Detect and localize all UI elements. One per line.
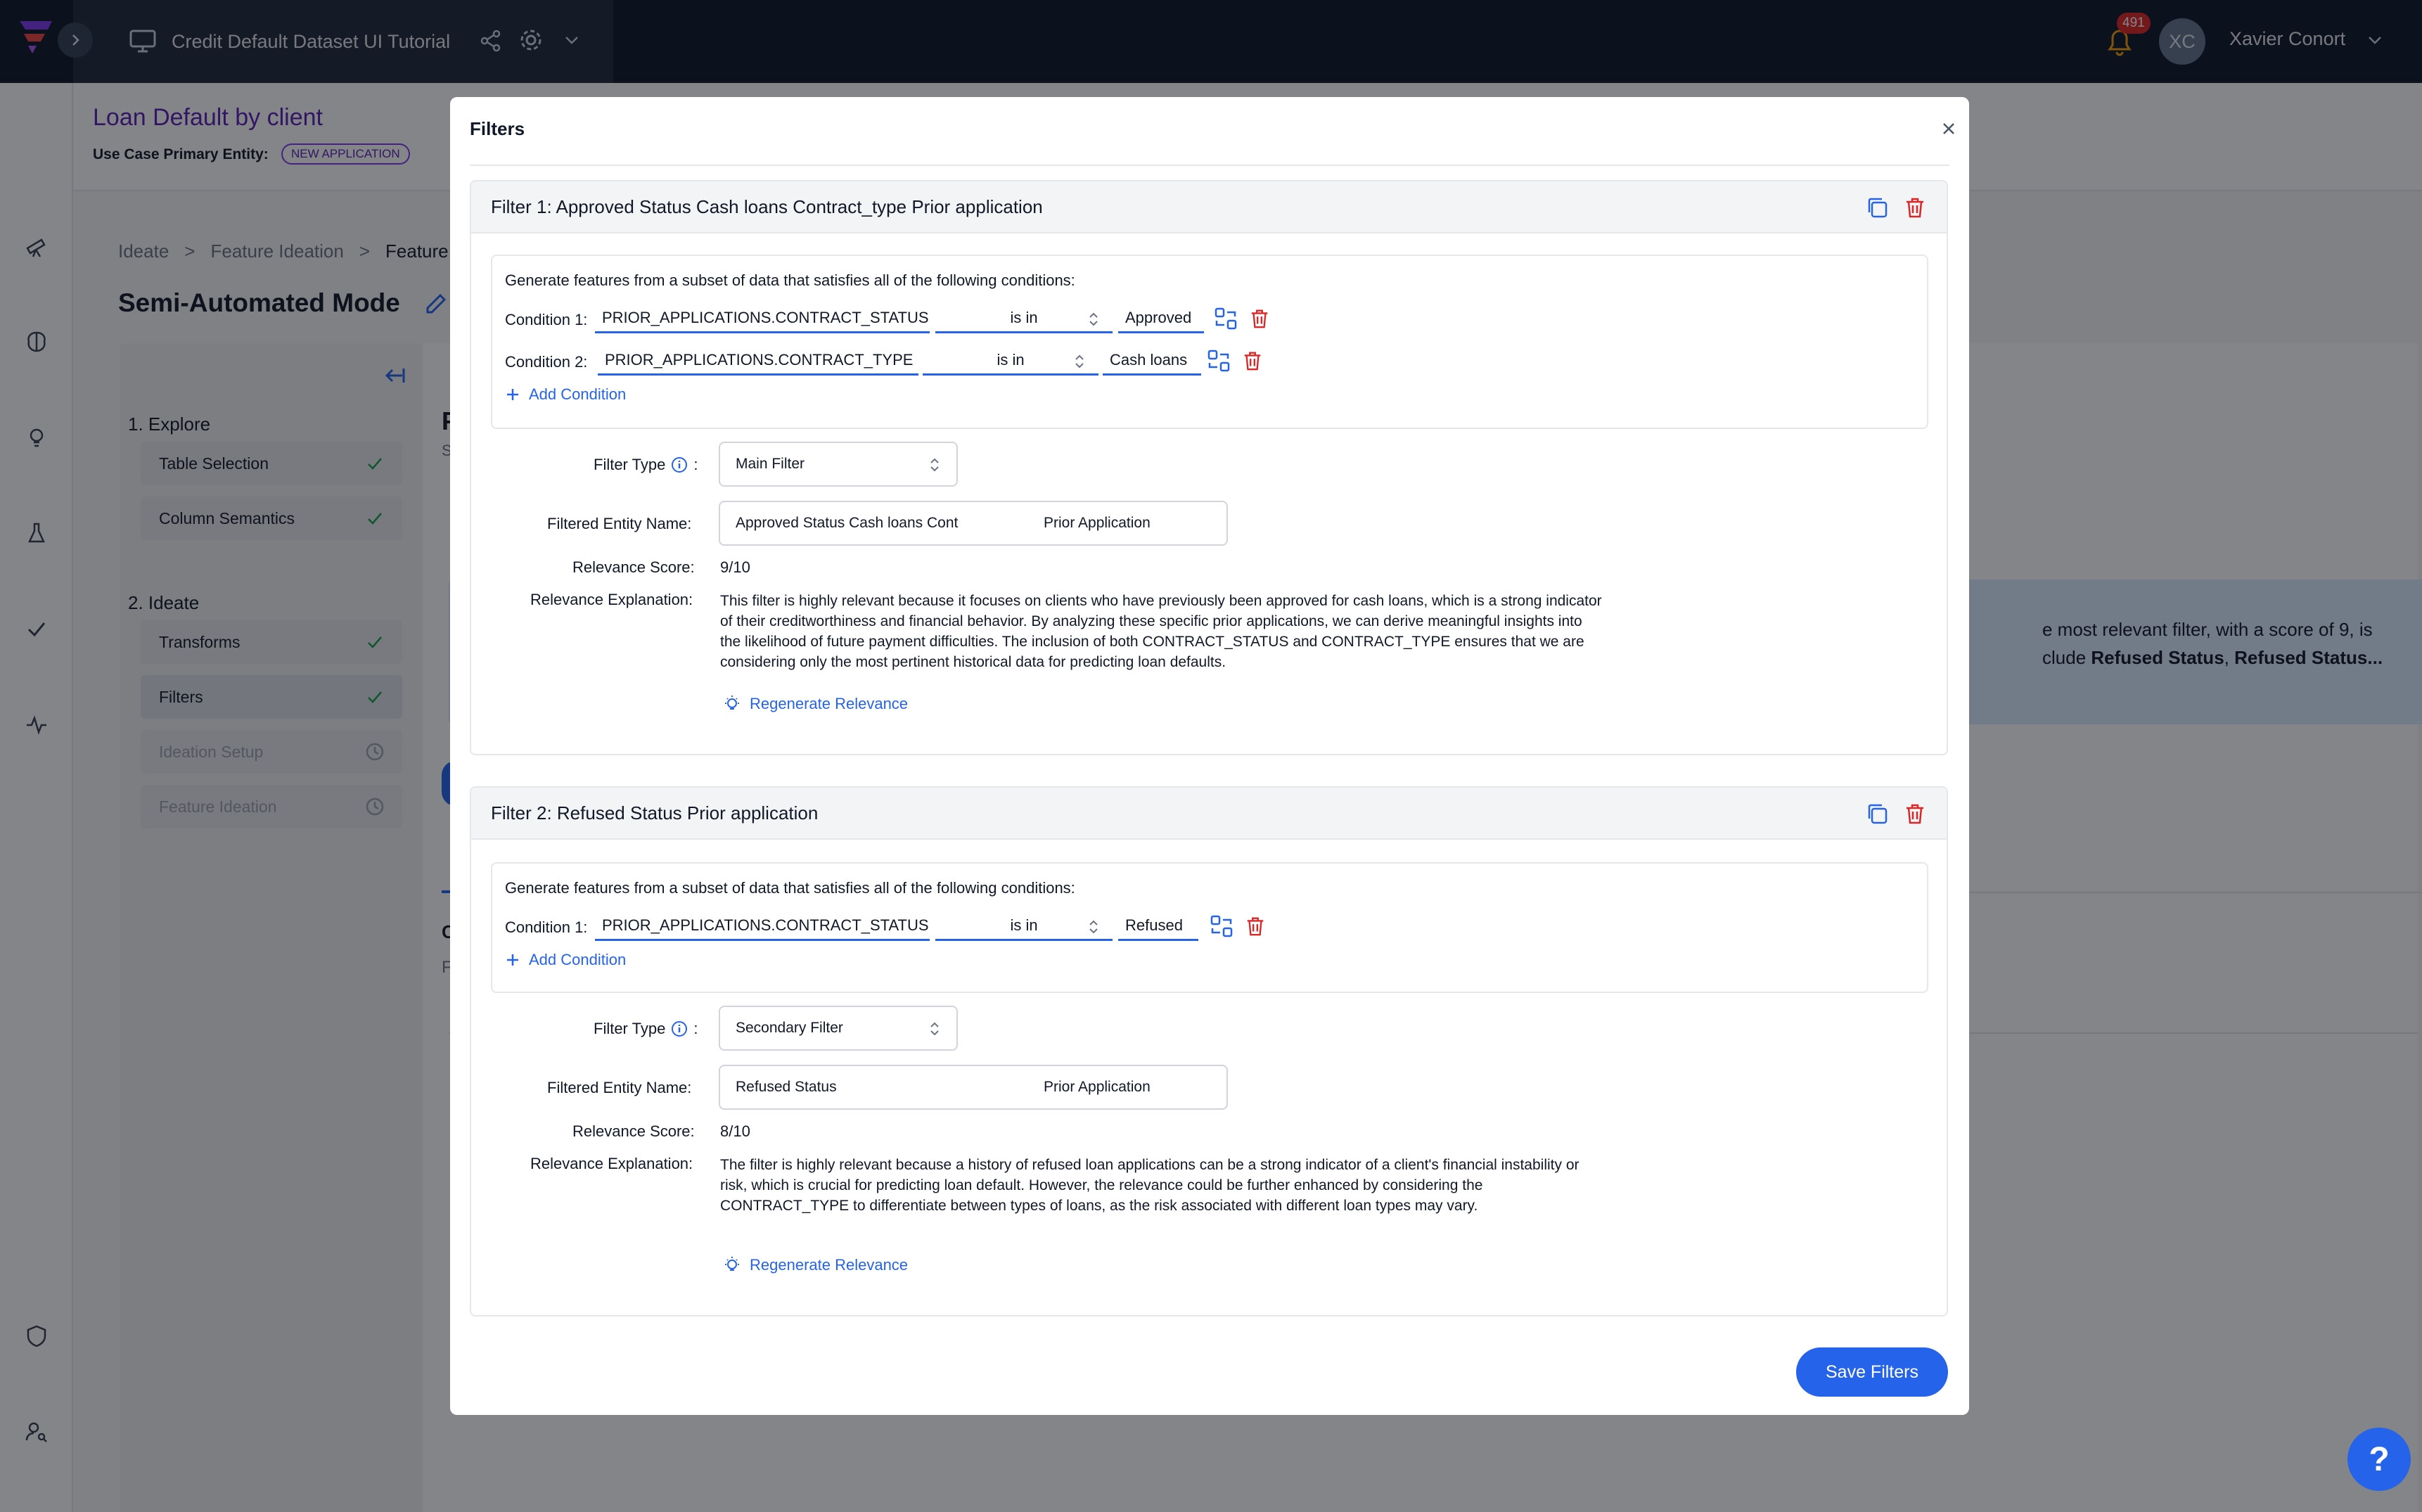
sort-chevrons-icon <box>930 458 939 472</box>
help-button[interactable]: ? <box>2347 1428 2411 1491</box>
save-filters-button[interactable]: Save Filters <box>1796 1347 1948 1397</box>
condition-operator-select[interactable]: is in <box>923 346 1098 376</box>
conditions-intro: Generate features from a subset of data … <box>505 879 1075 897</box>
filters-modal: Filters Filter 1: Approved Status Cash l… <box>450 97 1969 1415</box>
swap-condition-button[interactable] <box>1205 347 1232 374</box>
info-icon[interactable] <box>671 456 688 473</box>
plus-icon <box>507 954 518 966</box>
filtered-entity-name-input[interactable]: Approved Status Cash loans Cont Prior Ap… <box>719 501 1228 546</box>
trash-icon <box>1251 309 1268 328</box>
relevance-explanation-text: The filter is highly relevant because a … <box>720 1157 1580 1214</box>
filter-card-1: Filter 1: Approved Status Cash loans Con… <box>470 180 1948 755</box>
trash-icon <box>1907 198 1923 218</box>
filter-type-label: Filter Type : <box>594 456 698 473</box>
entity-suffix: Prior Application <box>1044 1079 1151 1095</box>
trash-icon <box>1244 352 1261 371</box>
add-condition-button[interactable]: Add Condition <box>505 951 626 969</box>
condition-label: Condition 2: <box>505 353 588 371</box>
sort-chevrons-icon <box>1089 312 1098 326</box>
filter-type-select[interactable]: Secondary Filter <box>719 1006 958 1051</box>
condition-column-select[interactable]: PRIOR_APPLICATIONS.CONTRACT_STATUS <box>595 911 930 941</box>
conditions-intro: Generate features from a subset of data … <box>505 271 1075 289</box>
filter-title: Filter 2: Refused Status Prior applicati… <box>491 802 819 824</box>
relevance-score-value: 9/10 <box>720 558 750 576</box>
entity-name-label: Filtered Entity Name: <box>547 1079 692 1096</box>
condition-operator-select[interactable]: is in <box>935 304 1113 333</box>
swap-icon <box>1210 915 1233 937</box>
condition-value-input[interactable]: Refused <box>1118 911 1198 941</box>
delete-condition-button[interactable] <box>1242 913 1269 940</box>
condition-column-select[interactable]: PRIOR_APPLICATIONS.CONTRACT_TYPE <box>598 346 918 376</box>
conditions-box: Generate features from a subset of data … <box>491 255 1928 429</box>
conditions-box: Generate features from a subset of data … <box>491 862 1928 993</box>
delete-condition-button[interactable] <box>1239 347 1266 374</box>
relevance-explanation-label: Relevance Explanation: <box>530 1155 693 1172</box>
sort-chevrons-icon <box>930 1022 939 1036</box>
relevance-explanation-label: Relevance Explanation: <box>530 591 693 608</box>
regenerate-relevance-button[interactable]: Regenerate Relevance <box>723 1256 908 1274</box>
relevance-explanation-text: This filter is highly relevant because i… <box>720 593 1602 670</box>
filter-type-select[interactable]: Main Filter <box>719 442 958 487</box>
filter-title: Filter 1: Approved Status Cash loans Con… <box>491 196 1043 217</box>
filtered-entity-name-input[interactable]: Refused Status Prior Application <box>719 1065 1228 1110</box>
delete-filter-button[interactable] <box>1902 800 1928 827</box>
info-icon[interactable] <box>671 1020 688 1037</box>
duplicate-filter-button[interactable] <box>1864 800 1890 827</box>
regenerate-relevance-button[interactable]: Regenerate Relevance <box>723 695 908 713</box>
relevance-score-label: Relevance Score: <box>572 558 695 576</box>
filter-card-header: Filter 2: Refused Status Prior applicati… <box>471 788 1947 840</box>
copy-icon <box>1868 198 1888 218</box>
condition-value-input[interactable]: Cash loans <box>1103 346 1201 376</box>
delete-filter-button[interactable] <box>1902 194 1928 221</box>
modal-title-divider <box>470 165 1949 166</box>
delete-condition-button[interactable] <box>1246 305 1273 332</box>
close-button[interactable] <box>1938 118 1959 139</box>
add-condition-button[interactable]: Add Condition <box>505 385 626 404</box>
swap-icon <box>1207 350 1230 372</box>
sort-chevrons-icon <box>1075 354 1084 369</box>
duplicate-filter-button[interactable] <box>1864 194 1890 221</box>
filter-card-header: Filter 1: Approved Status Cash loans Con… <box>471 181 1947 233</box>
relevance-score-label: Relevance Score: <box>572 1122 695 1140</box>
condition-value-input[interactable]: Approved <box>1118 304 1204 333</box>
swap-icon <box>1215 307 1237 330</box>
lightbulb-icon <box>725 1257 739 1271</box>
trash-icon <box>1907 804 1923 824</box>
sort-chevrons-icon <box>1089 920 1098 934</box>
condition-label: Condition 1: <box>505 311 588 328</box>
relevance-score-value: 8/10 <box>720 1122 750 1140</box>
swap-condition-button[interactable] <box>1212 305 1239 332</box>
condition-operator-select[interactable]: is in <box>935 911 1113 941</box>
filters-scroll-area[interactable]: Filter 1: Approved Status Cash loans Con… <box>450 180 1969 1415</box>
close-icon <box>1943 123 1954 134</box>
filter-type-label: Filter Type : <box>594 1020 698 1037</box>
lightbulb-icon <box>725 696 739 710</box>
condition-label: Condition 1: <box>505 918 588 936</box>
modal-title: Filters <box>470 118 525 139</box>
entity-suffix: Prior Application <box>1044 515 1151 531</box>
filter-card-2: Filter 2: Refused Status Prior applicati… <box>470 786 1948 1316</box>
trash-icon <box>1247 917 1264 936</box>
help-icon: ? <box>2369 1440 2390 1478</box>
swap-condition-button[interactable] <box>1208 913 1235 940</box>
condition-column-select[interactable]: PRIOR_APPLICATIONS.CONTRACT_STATUS <box>595 304 930 333</box>
entity-name-label: Filtered Entity Name: <box>547 515 692 532</box>
copy-icon <box>1868 804 1888 824</box>
plus-icon <box>507 389 518 400</box>
